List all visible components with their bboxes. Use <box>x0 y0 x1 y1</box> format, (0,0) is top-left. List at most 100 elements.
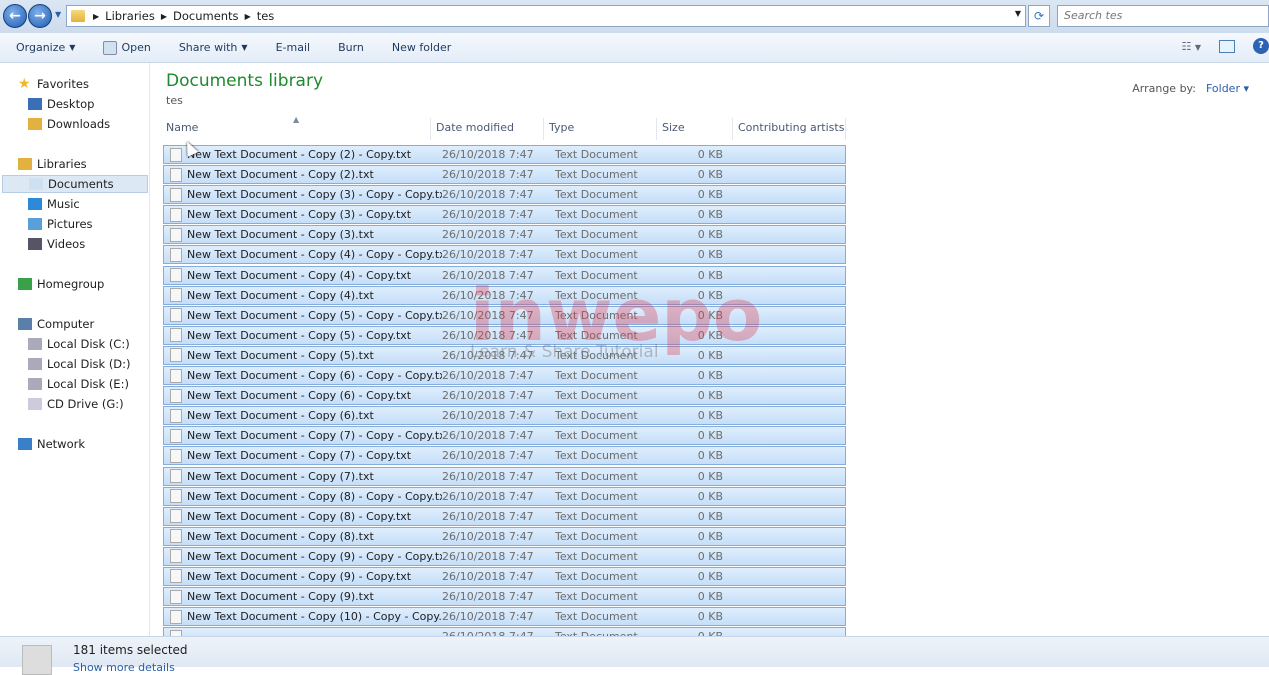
show-more-details-link[interactable]: Show more details <box>73 661 175 674</box>
file-date: 26/10/2018 7:47 <box>442 469 534 483</box>
details-pane: 181 items selected Show more details <box>0 636 1269 675</box>
forward-button[interactable]: → <box>28 4 52 28</box>
file-date: 26/10/2018 7:47 <box>442 449 534 463</box>
sidebar-item-homegroup[interactable]: Homegroup <box>18 275 104 293</box>
sidebar-item-label: Local Disk (C:) <box>47 337 130 351</box>
file-row[interactable]: New Text Document - Copy (4).txt 26/10/20… <box>163 285 846 305</box>
email-button[interactable]: E-mail <box>276 41 311 54</box>
back-button[interactable]: ← <box>3 4 27 28</box>
file-name: New Text Document - Copy (6).txt <box>187 409 374 423</box>
file-name: New Text Document - Copy (8) - Copy.txt <box>187 509 412 523</box>
file-row[interactable]: New Text Document - Copy (9).txt 26/10/20… <box>163 587 846 607</box>
file-size: 0 KB <box>697 489 723 503</box>
sidebar-item-downloads[interactable]: Downloads <box>28 115 110 133</box>
file-date: 26/10/2018 7:47 <box>442 489 534 503</box>
text-file-icon <box>170 187 182 202</box>
column-type[interactable]: Type <box>544 118 657 140</box>
file-row[interactable]: New Text Document - Copy (3) - Copy.txt 2… <box>163 205 846 225</box>
text-file-icon <box>170 428 182 443</box>
text-file-icon <box>170 589 182 604</box>
folder-icon <box>71 10 85 22</box>
sidebar-item-label: Desktop <box>47 97 95 111</box>
recent-pages-dropdown[interactable]: ▼ <box>55 10 61 19</box>
view-options-icon[interactable]: ☷ ▼ <box>1181 40 1201 53</box>
column-date-modified[interactable]: Date modified <box>431 118 544 140</box>
sidebar-item-documents[interactable]: Documents <box>2 175 148 193</box>
file-size: 0 KB <box>697 389 723 403</box>
sidebar-item-network[interactable]: Network <box>18 435 85 453</box>
sidebar-item-local-disk-c[interactable]: Local Disk (C:) <box>28 335 130 353</box>
file-type: Text Document <box>555 308 638 322</box>
open-button[interactable]: Open <box>103 40 151 55</box>
new-folder-button[interactable]: New folder <box>392 41 451 54</box>
file-row[interactable]: New Text Document - Copy (6) - Copy - Co… <box>163 366 846 386</box>
file-name: New Text Document - Copy (9).txt <box>187 590 374 604</box>
sidebar-item-videos[interactable]: Videos <box>28 235 85 253</box>
disk-icon <box>28 358 42 370</box>
share-with-button[interactable]: Share with ▼ <box>179 41 248 54</box>
file-name: New Text Document - Copy (9) - Copy - Co… <box>187 549 442 563</box>
file-row[interactable]: New Text Document - Copy (5) - Copy.txt 2… <box>163 325 846 345</box>
sidebar-item-desktop[interactable]: Desktop <box>28 95 94 113</box>
file-type: Text Document <box>555 389 638 403</box>
file-size: 0 KB <box>697 348 723 362</box>
file-type: Text Document <box>555 529 638 543</box>
file-row[interactable]: 26/10/2018 7:47Text Document0 KB <box>163 627 846 636</box>
sidebar-item-favorites[interactable]: ★ Favorites <box>18 75 89 93</box>
file-row[interactable]: New Text Document - Copy (10) - Copy - C… <box>163 607 846 627</box>
help-icon[interactable]: ? <box>1253 38 1269 54</box>
column-name[interactable]: Name <box>161 118 431 140</box>
sidebar-item-local-disk-d[interactable]: Local Disk (D:) <box>28 355 131 373</box>
burn-button[interactable]: Burn <box>338 41 364 54</box>
preview-pane-icon[interactable] <box>1219 39 1235 53</box>
sidebar-item-local-disk-e[interactable]: Local Disk (E:) <box>28 375 129 393</box>
cd-icon <box>28 398 42 410</box>
breadcrumb-documents[interactable]: Documents <box>173 9 239 23</box>
arrange-by-dropdown[interactable]: Folder ▾ <box>1206 82 1249 95</box>
text-file-icon <box>170 227 182 242</box>
file-row[interactable]: New Text Document - Copy (3).txt 26/10/20… <box>163 225 846 245</box>
file-row[interactable]: New Text Document - Copy (9) - Copy.txt 2… <box>163 566 846 586</box>
address-input[interactable]: ▶ Libraries ▶ Documents ▶ tes ▼ <box>66 5 1026 27</box>
file-row[interactable]: New Text Document - Copy (5).txt 26/10/20… <box>163 345 846 365</box>
sidebar-item-computer[interactable]: Computer <box>18 315 94 333</box>
file-row[interactable]: New Text Document - Copy (2) - Copy.txt 2… <box>163 145 846 164</box>
sidebar-item-pictures[interactable]: Pictures <box>28 215 93 233</box>
address-dropdown-icon[interactable]: ▼ <box>1015 9 1021 18</box>
column-contributing-artists[interactable]: Contributing artists <box>733 118 846 140</box>
text-file-icon <box>170 448 182 463</box>
refresh-button[interactable]: ⟳ <box>1028 5 1050 27</box>
sidebar-item-music[interactable]: Music <box>28 195 80 213</box>
file-row[interactable]: New Text Document - Copy (4) - Copy.txt 2… <box>163 265 846 285</box>
file-row[interactable]: New Text Document - Copy (8) - Copy.txt 2… <box>163 506 846 526</box>
file-name: New Text Document - Copy (6) - Copy.txt <box>187 389 412 403</box>
file-name: New Text Document - Copy (10) - Copy - C… <box>187 610 442 624</box>
file-date: 26/10/2018 7:47 <box>442 348 534 362</box>
breadcrumb-libraries[interactable]: Libraries <box>105 9 155 23</box>
file-row[interactable]: New Text Document - Copy (6).txt 26/10/20… <box>163 406 846 426</box>
file-list-pane: Documents library tes Arrange by: Folder … <box>151 63 1269 636</box>
file-row[interactable]: New Text Document - Copy (9) - Copy - Co… <box>163 546 846 566</box>
search-input[interactable]: Search tes <box>1057 5 1269 27</box>
file-row[interactable]: New Text Document - Copy (8) - Copy - Co… <box>163 486 846 506</box>
text-file-icon <box>170 509 182 524</box>
sidebar-item-label: Homegroup <box>37 277 105 291</box>
file-date: 26/10/2018 7:47 <box>442 549 534 563</box>
file-row[interactable]: New Text Document - Copy (6) - Copy.txt 2… <box>163 386 846 406</box>
sidebar-item-cd-drive-g[interactable]: CD Drive (G:) <box>28 395 124 413</box>
file-row[interactable]: New Text Document - Copy (7) - Copy - Co… <box>163 426 846 446</box>
file-row[interactable]: New Text Document - Copy (3) - Copy - Co… <box>163 185 846 205</box>
address-bar-area: ← → ▼ ▶ Libraries ▶ Documents ▶ tes ▼ ⟳ Sea… <box>0 0 1269 33</box>
file-row[interactable]: New Text Document - Copy (7).txt 26/10/20… <box>163 466 846 486</box>
breadcrumb-tes[interactable]: tes <box>257 9 275 23</box>
file-type: Text Document <box>555 248 638 262</box>
organize-button[interactable]: Organize ▼ <box>16 41 75 54</box>
file-row[interactable]: New Text Document - Copy (2).txt 26/10/20… <box>163 165 846 185</box>
file-size: 0 KB <box>697 148 723 161</box>
file-row[interactable]: New Text Document - Copy (7) - Copy.txt 2… <box>163 446 846 466</box>
column-size[interactable]: Size <box>657 118 733 140</box>
sidebar-item-libraries[interactable]: Libraries <box>18 155 87 173</box>
file-row[interactable]: New Text Document - Copy (4) - Copy - Co… <box>163 245 846 265</box>
file-row[interactable]: New Text Document - Copy (8).txt 26/10/20… <box>163 526 846 546</box>
file-row[interactable]: New Text Document - Copy (5) - Copy - Co… <box>163 305 846 325</box>
